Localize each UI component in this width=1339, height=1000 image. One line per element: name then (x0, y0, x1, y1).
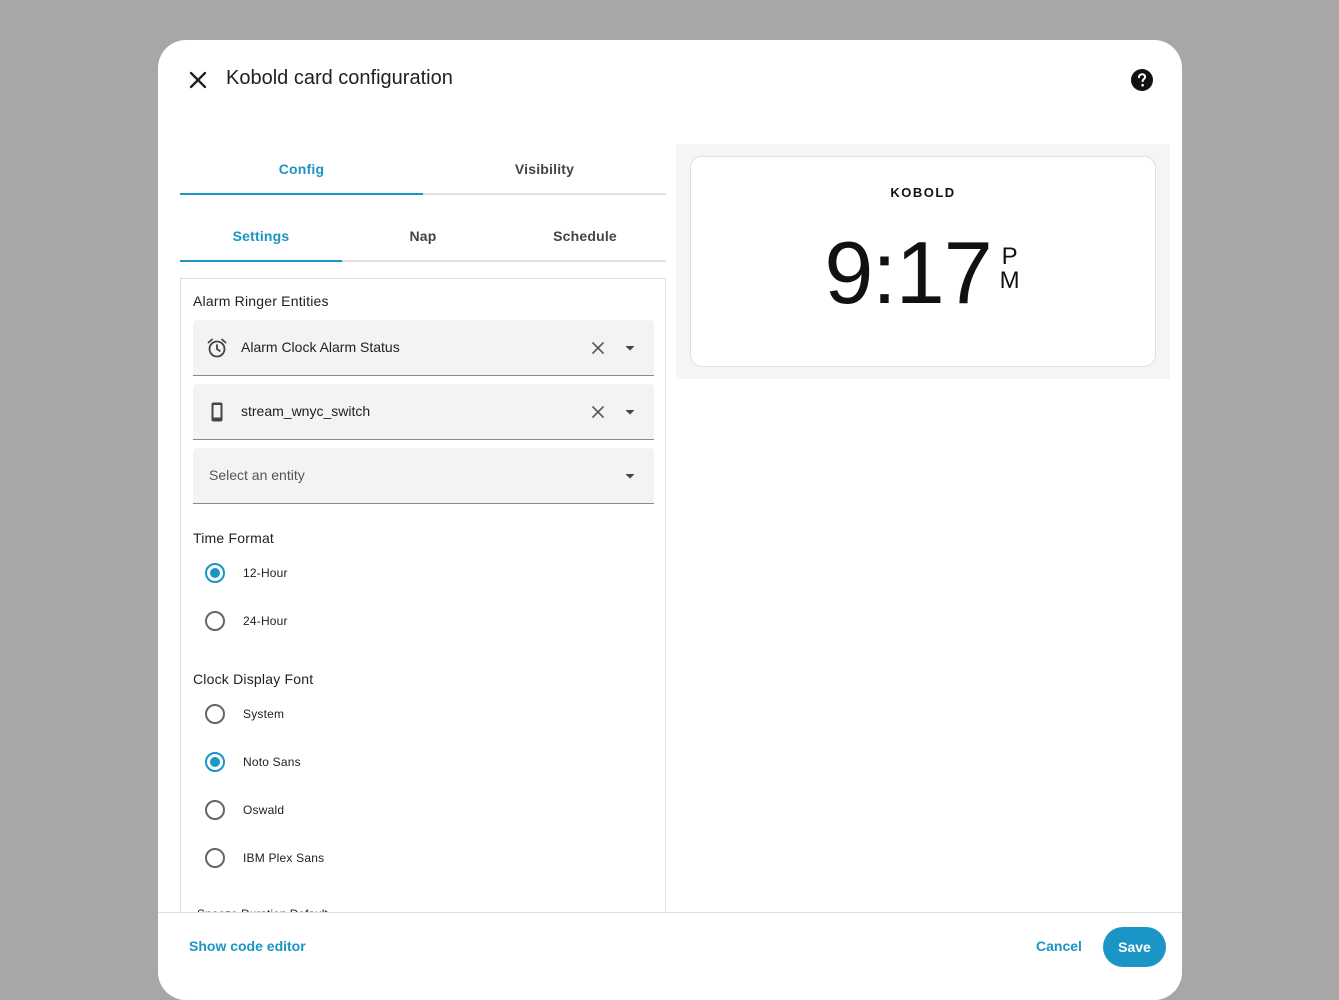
clock-font-label: Clock Display Font (193, 671, 314, 687)
radio-button[interactable] (205, 800, 225, 820)
save-button[interactable]: Save (1103, 927, 1166, 967)
tab-settings[interactable]: Settings (180, 211, 342, 262)
entity-value: Alarm Clock Alarm Status (241, 339, 400, 355)
radio-label: System (243, 707, 285, 721)
alarm-clock-icon (205, 336, 229, 360)
radio-label: Noto Sans (243, 755, 301, 769)
ampm-top: P (1001, 243, 1018, 270)
cancel-button[interactable]: Cancel (1036, 938, 1082, 954)
ampm-bottom: M (999, 267, 1020, 294)
clock-time: 9:17 (824, 223, 992, 322)
radio-button[interactable] (205, 704, 225, 724)
show-code-editor-button[interactable]: Show code editor (189, 938, 306, 954)
radio-button[interactable] (205, 611, 225, 631)
dialog-footer: Show code editor Cancel Save (158, 912, 1182, 1000)
entity-picker-stream-switch[interactable]: stream_wnyc_switch (193, 384, 654, 440)
time-format-label: Time Format (193, 530, 275, 546)
clock-ampm: PM (998, 245, 1022, 293)
entity-picker-alarm-clock[interactable]: Alarm Clock Alarm Status (193, 320, 654, 376)
radio-button[interactable] (205, 848, 225, 868)
radio-font-system[interactable]: System (205, 702, 284, 726)
radio-font-noto-sans[interactable]: Noto Sans (205, 750, 301, 774)
radio-label: Oswald (243, 803, 285, 817)
clear-icon[interactable] (587, 401, 609, 423)
radio-font-ibm-plex-sans[interactable]: IBM Plex Sans (205, 846, 324, 870)
radio-label: IBM Plex Sans (243, 851, 325, 865)
entity-value: stream_wnyc_switch (241, 403, 371, 419)
cellphone-icon (205, 400, 229, 424)
clock-display: 9:17 P M (691, 223, 1155, 323)
select-entity-placeholder: Select an entity (209, 467, 305, 483)
card-config-dialog: Kobold card configuration Config Visibil… (158, 40, 1182, 1000)
tab-nap[interactable]: Nap (342, 211, 504, 260)
close-icon[interactable] (184, 66, 212, 94)
radio-label: 12-Hour (243, 566, 288, 580)
primary-tabs: Config Visibility (180, 144, 666, 195)
secondary-tabs: Settings Nap Schedule (180, 211, 666, 262)
radio-label: 24-Hour (243, 614, 288, 628)
radio-font-oswald[interactable]: Oswald (205, 798, 284, 822)
dropdown-arrow-icon[interactable] (620, 338, 640, 358)
dropdown-arrow-icon[interactable] (620, 402, 640, 422)
help-circle-icon[interactable] (1130, 68, 1154, 92)
radio-24-hour[interactable]: 24-Hour (205, 609, 288, 633)
radio-12-hour[interactable]: 12-Hour (205, 561, 288, 585)
alarm-ringer-label: Alarm Ringer Entities (193, 293, 329, 309)
dropdown-arrow-icon[interactable] (620, 466, 640, 486)
card-preview-area: KOBOLD 9:17 P M (676, 144, 1170, 379)
radio-button[interactable] (205, 563, 225, 583)
radio-button[interactable] (205, 752, 225, 772)
kobold-clock-card: KOBOLD 9:17 P M (690, 156, 1156, 367)
card-editor: Config Visibility Settings Nap Schedule … (180, 144, 666, 958)
entity-picker-empty[interactable]: Select an entity (193, 448, 654, 504)
dialog-title: Kobold card configuration (226, 67, 453, 89)
tab-schedule[interactable]: Schedule (504, 211, 666, 260)
settings-panel: Alarm Ringer Entities Alarm Clock Alarm … (180, 278, 666, 958)
tab-visibility[interactable]: Visibility (423, 144, 666, 193)
kobold-logo: KOBOLD (890, 185, 956, 200)
dialog-header: Kobold card configuration (158, 40, 1182, 150)
tab-config[interactable]: Config (180, 144, 423, 195)
clear-icon[interactable] (587, 337, 609, 359)
